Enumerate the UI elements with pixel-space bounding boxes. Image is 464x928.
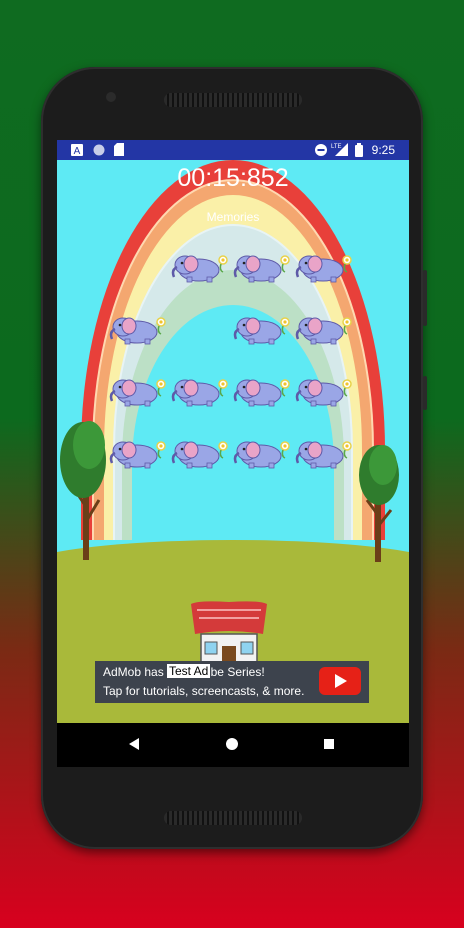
ad-banner[interactable]: AdMob has a YouTube Series! Tap for tuto… <box>95 661 369 703</box>
sync-dot-icon <box>93 144 105 156</box>
sd-card-icon <box>114 143 124 156</box>
game-title: Memories <box>206 210 260 224</box>
test-ad-label: Test Ad <box>167 664 211 678</box>
elephant-card[interactable] <box>295 312 355 346</box>
elephant-card[interactable] <box>233 312 293 346</box>
signal-lte-icon: LTE <box>331 143 348 156</box>
game-board: 00:15:852 Memories <box>57 160 409 723</box>
elephant-card[interactable] <box>171 436 231 470</box>
elephant-card[interactable] <box>109 374 169 408</box>
svg-text:A: A <box>74 146 81 156</box>
elephant-card[interactable] <box>233 436 293 470</box>
elephant-card[interactable] <box>295 436 355 470</box>
screen: A LTE 9:25 00:15:852 Memories AdMob has … <box>57 140 409 767</box>
volume-button <box>423 270 427 326</box>
status-clock: 9:25 <box>371 143 395 157</box>
top-speaker <box>164 93 302 107</box>
notification-a-icon: A <box>71 144 83 156</box>
ad-subtext: Tap for tutorials, screencasts, & more. <box>103 684 305 698</box>
elephant-card[interactable] <box>295 250 355 284</box>
do-not-disturb-icon <box>315 144 327 156</box>
nav-bar <box>57 723 409 767</box>
elephant-card[interactable] <box>295 374 355 408</box>
elephant-card[interactable] <box>233 374 293 408</box>
front-camera <box>106 92 116 102</box>
youtube-play-icon[interactable] <box>319 667 361 695</box>
elephant-card[interactable] <box>171 374 231 408</box>
elephant-card[interactable] <box>171 250 231 284</box>
elephant-card[interactable] <box>109 436 169 470</box>
elephant-card[interactable] <box>233 250 293 284</box>
status-bar: A LTE 9:25 <box>57 140 409 160</box>
elephant-card[interactable] <box>109 312 169 346</box>
home-icon[interactable] <box>226 738 238 750</box>
game-timer: 00:15:852 <box>177 164 289 192</box>
bottom-speaker <box>164 811 302 825</box>
back-icon[interactable] <box>129 738 141 750</box>
power-button <box>423 376 427 410</box>
recents-icon[interactable] <box>323 738 335 750</box>
battery-icon <box>355 143 363 157</box>
svg-text:LTE: LTE <box>331 144 342 150</box>
